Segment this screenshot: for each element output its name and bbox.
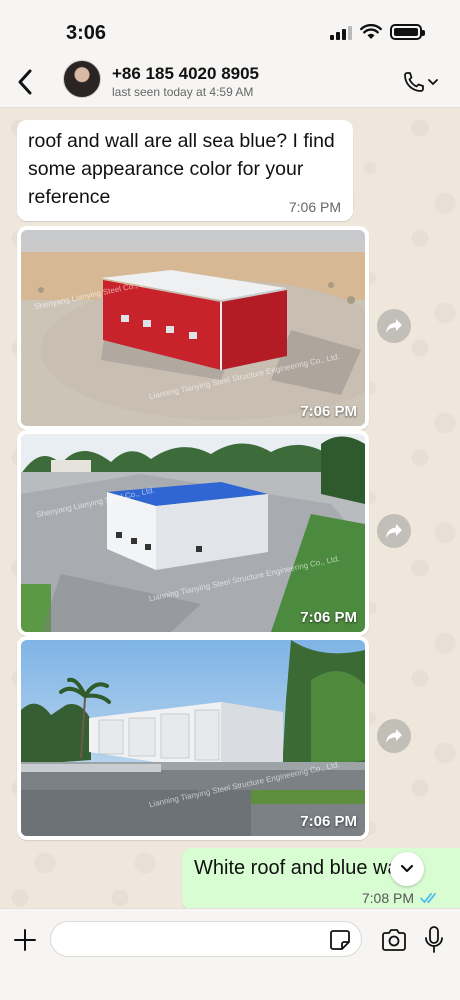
last-seen-status: last seen today at 4:59 AM <box>112 85 254 99</box>
status-bar: 3:06 <box>0 0 460 56</box>
status-icons <box>330 24 425 40</box>
cellular-signal-icon <box>330 24 352 40</box>
image-red-building[interactable]: Shenyang Lianying Steel Co., Ltd. Lianni… <box>21 230 365 426</box>
forward-icon <box>386 319 402 333</box>
image-white-building-blue-roof-picture <box>21 434 365 632</box>
forward-button[interactable] <box>377 514 411 548</box>
status-time: 3:06 <box>66 22 107 44</box>
forward-icon <box>386 524 402 538</box>
message-meta: 7:08 PM <box>362 890 440 906</box>
voice-call-button[interactable] <box>402 70 438 94</box>
image-red-building-picture <box>21 230 365 426</box>
incoming-image-bubble[interactable]: Lianning Tianying Steel Structure Engine… <box>17 636 369 840</box>
incoming-message-bubble[interactable]: roof and wall are all sea blue? I find s… <box>17 120 353 221</box>
message-time: 7:06 PM <box>300 813 357 830</box>
chevron-down-icon <box>428 79 438 86</box>
message-time: 7:06 PM <box>300 609 357 626</box>
microphone-icon[interactable] <box>423 925 445 955</box>
phone-icon <box>404 72 424 92</box>
message-time: 7:08 PM <box>361 890 414 906</box>
message-input-bar <box>0 908 460 1000</box>
message-time: 7:06 PM <box>288 199 341 215</box>
forward-icon <box>386 729 402 743</box>
contact-name[interactable]: +86 185 4020 8905 <box>112 64 259 84</box>
read-receipt-icon <box>420 893 436 904</box>
plus-icon[interactable] <box>12 927 38 953</box>
image-white-garage[interactable]: Lianning Tianying Steel Structure Engine… <box>21 640 365 836</box>
forward-button[interactable] <box>377 309 411 343</box>
incoming-image-bubble[interactable]: Shenyang Lianying Steel Co., Ltd. Lianni… <box>17 226 369 430</box>
battery-icon <box>390 24 425 40</box>
wifi-icon <box>360 24 382 39</box>
forward-button[interactable] <box>377 719 411 753</box>
message-time: 7:06 PM <box>300 403 357 420</box>
chevron-down-icon <box>400 864 414 873</box>
camera-icon[interactable] <box>380 927 408 953</box>
scroll-to-bottom-button[interactable] <box>390 852 424 886</box>
image-white-building-blue-roof[interactable]: Shenyang Lianying Steel Co., Ltd. Lianni… <box>21 434 365 632</box>
back-arrow-icon[interactable] <box>10 62 40 102</box>
sticker-icon[interactable] <box>329 929 351 951</box>
incoming-image-bubble[interactable]: Shenyang Lianying Steel Co., Ltd. Lianni… <box>17 430 369 636</box>
chat-header: +86 185 4020 8905 last seen today at 4:5… <box>0 56 460 108</box>
image-white-garage-picture <box>21 640 365 836</box>
contact-avatar[interactable] <box>63 60 101 98</box>
message-input[interactable] <box>50 921 362 957</box>
